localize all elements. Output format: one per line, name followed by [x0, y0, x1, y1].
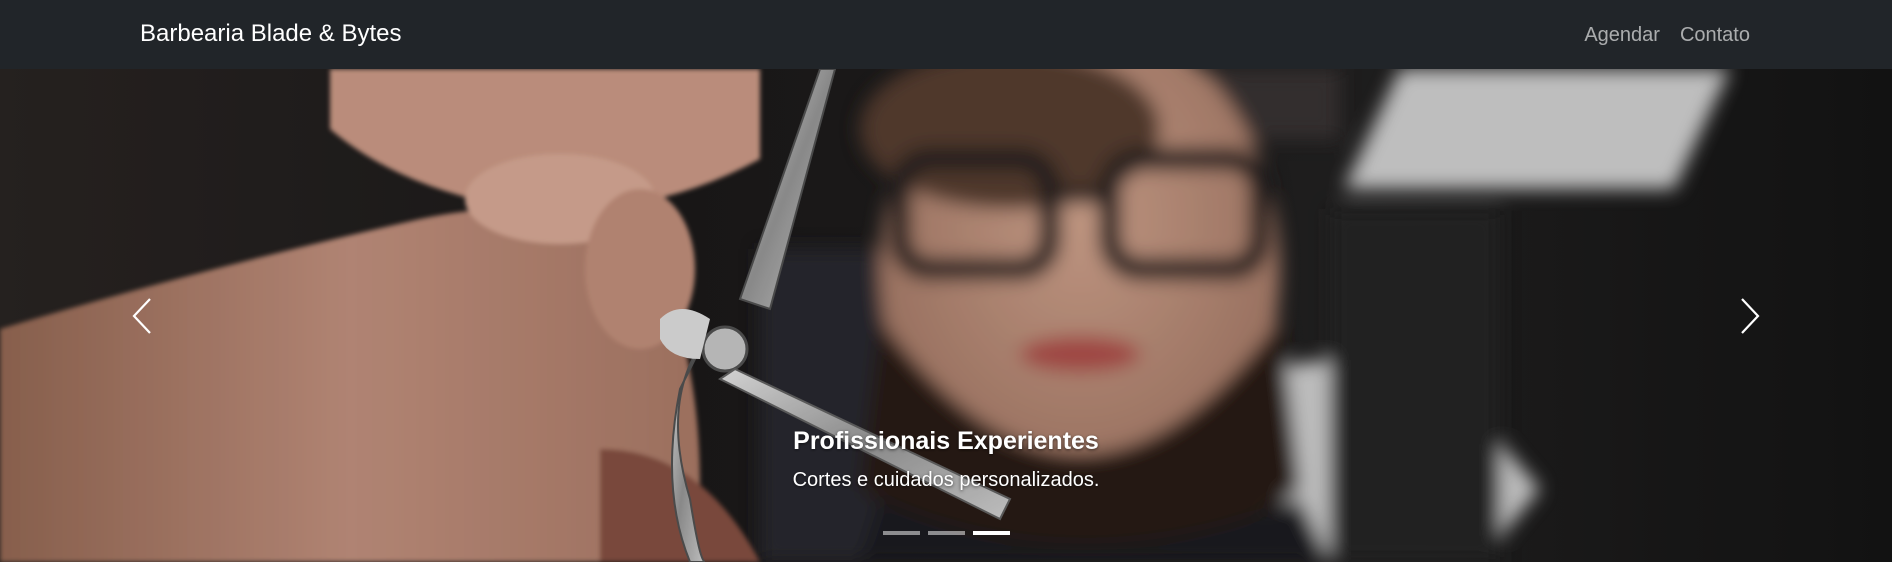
carousel-caption: Profissionais Experientes Cortes e cuida… — [0, 425, 1892, 493]
nav-link-contato[interactable]: Contato — [1680, 22, 1750, 48]
carousel-indicator-1[interactable] — [882, 531, 920, 535]
nav-link-agendar[interactable]: Agendar — [1584, 22, 1660, 48]
hero-carousel: Profissionais Experientes Cortes e cuida… — [0, 69, 1892, 562]
caption-text: Cortes e cuidados personalizados. — [792, 469, 1100, 491]
caption-title: Profissionais Experientes — [793, 427, 1099, 455]
carousel-indicator-2[interactable] — [927, 531, 965, 535]
carousel-indicators — [0, 531, 1892, 535]
chevron-right-icon — [1741, 297, 1760, 334]
chevron-left-icon — [132, 297, 151, 334]
navbar: Barbearia Blade & Bytes Agendar Contato — [0, 0, 1892, 69]
carousel-indicator-3[interactable] — [972, 531, 1010, 535]
nav-links: Agendar Contato — [1584, 22, 1750, 48]
brand-link[interactable]: Barbearia Blade & Bytes — [140, 19, 401, 49]
